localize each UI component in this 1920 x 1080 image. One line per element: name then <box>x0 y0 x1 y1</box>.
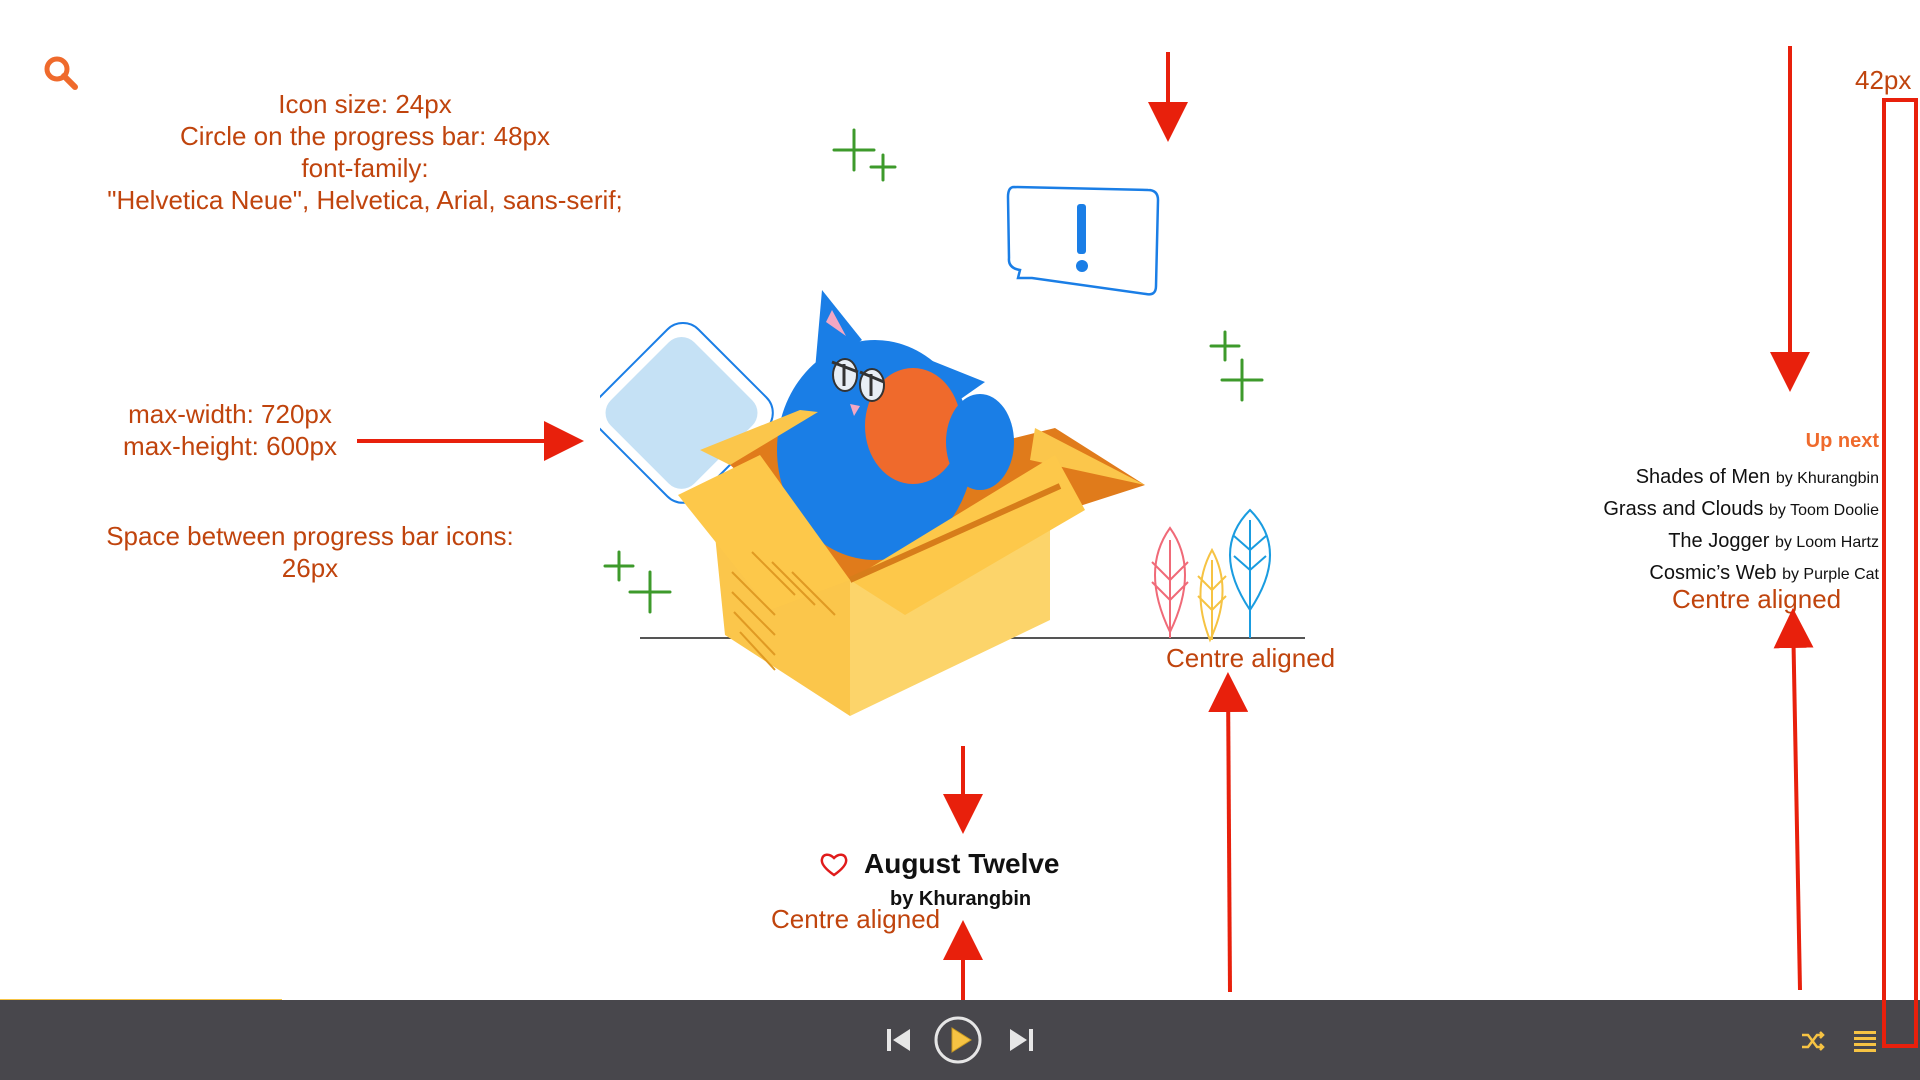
plant-icon <box>1151 508 1271 643</box>
up-next-panel: Up next Shades of Men by Khurangbin Gras… <box>1519 430 1879 590</box>
now-playing: August Twelve by Khurangbin <box>780 848 1140 918</box>
annotation-line: Circle on the progress bar: 48px <box>180 121 550 151</box>
annotation-size: max-width: 720px max-height: 600px <box>80 398 380 462</box>
track-artist: by Khurangbin <box>890 888 1032 910</box>
heart-icon[interactable] <box>820 852 848 878</box>
previous-icon[interactable] <box>884 1026 912 1054</box>
player-bar <box>0 1000 1920 1080</box>
annotation-line: "Helvetica Neue", Helvetica, Arial, sans… <box>107 185 623 215</box>
shuffle-icon[interactable] <box>1800 1028 1826 1054</box>
track-title: August Twelve <box>864 848 1060 879</box>
queue-item[interactable]: Shades of Men by Khurangbin <box>1519 462 1879 494</box>
annotation-line: Space between progress bar icons: <box>106 521 514 551</box>
queue-icon[interactable] <box>1852 1028 1878 1054</box>
next-icon[interactable] <box>1008 1026 1036 1054</box>
play-icon[interactable] <box>934 1016 982 1064</box>
album-art-illustration <box>592 110 1360 750</box>
annotation-line: max-width: 720px <box>128 399 332 429</box>
annotation-spacing: Space between progress bar icons: 26px <box>70 520 550 584</box>
queue-item-title: Grass and Clouds <box>1603 498 1764 520</box>
queue-item-title: Shades of Men <box>1635 466 1771 488</box>
queue-item-artist: by Purple Cat <box>1782 566 1879 583</box>
queue-item-artist: by Khurangbin <box>1775 470 1879 487</box>
annotation-width: 42px <box>1855 65 1912 95</box>
queue-item[interactable]: The Jogger by Loom Hartz <box>1519 526 1879 558</box>
search-icon[interactable] <box>42 54 80 92</box>
annotation-line: Icon size: 24px <box>278 89 452 119</box>
queue-item-artist: by Loom Hartz <box>1774 534 1879 551</box>
alert-bubble-icon <box>1006 185 1160 296</box>
queue-item[interactable]: Grass and Clouds by Toom Doolie <box>1519 494 1879 526</box>
annotation-line: max-height: 600px <box>123 431 337 461</box>
annotation-line: 26px <box>281 553 339 583</box>
queue-item-artist: by Toom Doolie <box>1769 502 1879 519</box>
annotation-line: font-family: <box>301 153 429 183</box>
up-next-heading: Up next <box>1805 430 1879 452</box>
annotation-bounding-rect <box>1882 98 1918 1048</box>
queue-item-title: Cosmic’s Web <box>1649 562 1777 584</box>
annotation-specs: Icon size: 24px Circle on the progress b… <box>65 88 665 216</box>
queue-item[interactable]: Cosmic’s Web by Purple Cat <box>1519 558 1879 590</box>
queue-item-title: The Jogger <box>1668 530 1770 552</box>
